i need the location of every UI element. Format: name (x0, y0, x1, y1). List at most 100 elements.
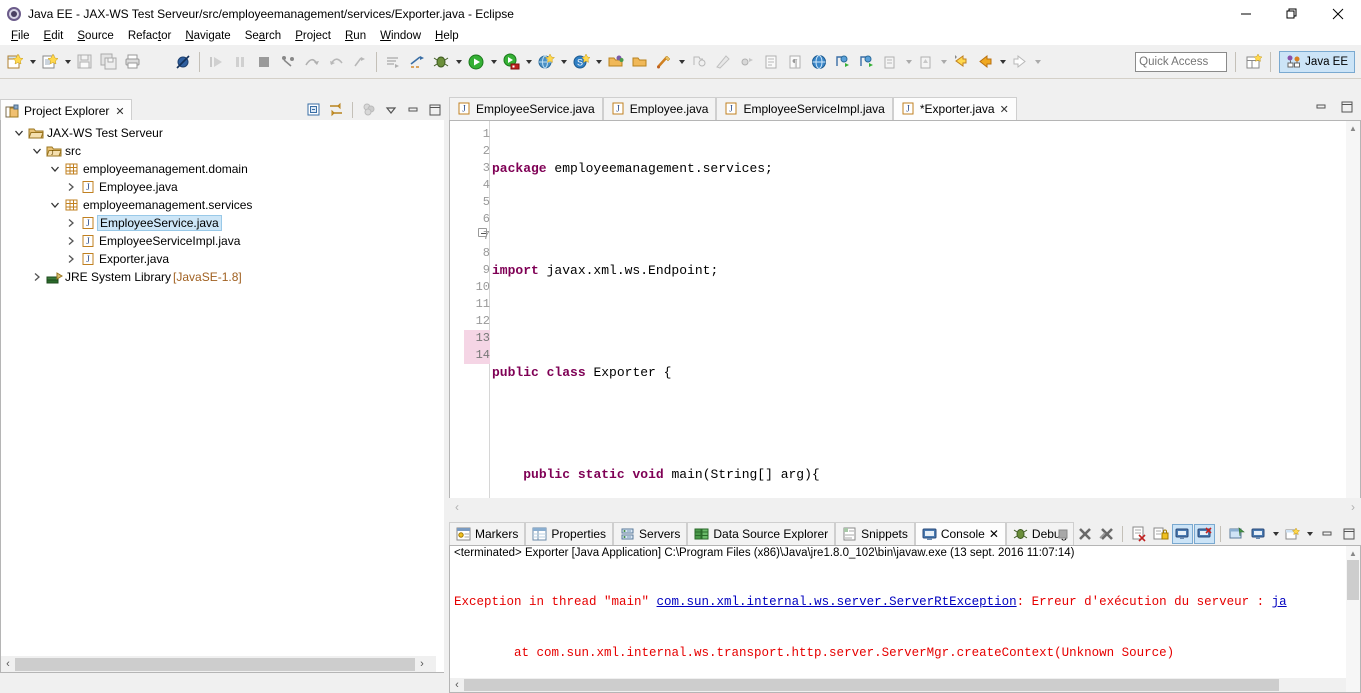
tree-item-employee-java[interactable]: J Employee.java (1, 178, 446, 196)
scroll-right-arrow[interactable]: › (1351, 500, 1355, 514)
link-editor-dropdown-arrow[interactable] (903, 51, 914, 73)
new-server-icon[interactable]: S (570, 51, 592, 73)
debug-dropdown-arrow[interactable] (453, 51, 464, 73)
search-icon[interactable] (653, 51, 675, 73)
chevron-down-icon[interactable] (11, 125, 27, 141)
tab-servers[interactable]: Servers (613, 522, 688, 545)
editor-tab-employeeservice[interactable]: J EmployeeService.java (449, 97, 603, 120)
open-web-browser-icon[interactable] (808, 51, 830, 73)
scroll-left-arrow[interactable]: ‹ (455, 500, 459, 514)
console-link-truncated[interactable]: ja (1272, 595, 1287, 609)
perspective-java-ee[interactable]: Java EE (1279, 50, 1355, 73)
back-icon[interactable] (974, 51, 996, 73)
remove-all-terminated-icon[interactable] (1096, 524, 1117, 544)
tree-item-jre-system-library[interactable]: JRE System Library [JavaSE-1.8] (1, 268, 446, 286)
explorer-horizontal-scrollbar[interactable]: ‹ › (1, 656, 436, 672)
chevron-down-icon[interactable] (47, 161, 63, 177)
new-editor-icon[interactable] (39, 51, 61, 73)
menu-run[interactable]: Run (338, 28, 373, 45)
chevron-right-icon[interactable] (63, 179, 79, 195)
close-icon[interactable]: ✕ (989, 527, 999, 541)
minimize-icon[interactable] (1316, 524, 1337, 544)
menu-edit[interactable]: Edit (37, 28, 71, 45)
maximize-icon[interactable] (425, 100, 445, 120)
editor-tab-employeeserviceimpl[interactable]: J EmployeeServiceImpl.java (716, 97, 893, 120)
editor-tab-exporter[interactable]: J *Exporter.java ✕ (892, 97, 1017, 120)
scroll-up-arrow[interactable]: ▲ (1346, 546, 1360, 560)
open-console-icon[interactable] (1282, 524, 1303, 544)
open-console-dropdown-arrow[interactable] (1304, 523, 1315, 545)
display-console-dropdown-arrow[interactable] (1270, 523, 1281, 545)
pin-console-icon[interactable] (1226, 524, 1247, 544)
deploy-icon[interactable] (856, 51, 878, 73)
scroll-left-arrow[interactable]: ‹ (1, 658, 15, 670)
scroll-up-arrow[interactable]: ▲ (1346, 121, 1360, 135)
restore-dropdown-arrow[interactable] (938, 51, 949, 73)
close-button[interactable] (1315, 0, 1361, 28)
console-vertical-scrollbar[interactable]: ▲ (1346, 546, 1360, 692)
skip-all-breakpoints-icon[interactable] (172, 51, 194, 73)
new-wizard-dropdown-arrow[interactable] (27, 51, 38, 73)
minimize-icon[interactable] (403, 100, 423, 120)
chevron-right-icon[interactable] (63, 251, 79, 267)
tree-item-employeeservice-java[interactable]: J EmployeeService.java (1, 214, 446, 232)
menu-navigate[interactable]: Navigate (178, 28, 237, 45)
remove-launch-icon[interactable] (1074, 524, 1095, 544)
minimize-icon[interactable] (1311, 97, 1331, 117)
menu-source[interactable]: Source (70, 28, 120, 45)
console-exception-link[interactable]: com.sun.xml.internal.ws.server.ServerRtE… (657, 595, 1017, 609)
display-selected-console-icon[interactable] (1248, 524, 1269, 544)
tab-snippets[interactable]: Snippets (835, 522, 915, 545)
clear-console-icon[interactable] (1128, 524, 1149, 544)
menu-window[interactable]: Window (373, 28, 428, 45)
editor-code-area[interactable]: package employeemanagement.services; imp… (492, 121, 1346, 515)
open-type-icon[interactable] (605, 51, 627, 73)
new-editor-dropdown-arrow[interactable] (62, 51, 73, 73)
tab-data-source-explorer[interactable]: Data Source Explorer (687, 522, 836, 545)
tree-item-exporter-java[interactable]: J Exporter.java (1, 250, 446, 268)
console-panel[interactable]: <terminated> Exporter [Java Application]… (449, 545, 1361, 693)
tree-item-employeeserviceimpl-java[interactable]: J EmployeeServiceImpl.java (1, 232, 446, 250)
tab-markers[interactable]: Markers (449, 522, 526, 545)
chevron-down-icon[interactable] (29, 143, 45, 159)
tree-item-package-services[interactable]: employeemanagement.services (1, 196, 446, 214)
collapse-all-icon[interactable] (304, 100, 324, 120)
web-service-dropdown-arrow[interactable] (558, 51, 569, 73)
chevron-right-icon[interactable] (29, 269, 45, 285)
run-dropdown-arrow[interactable] (488, 51, 499, 73)
link-with-editor-icon[interactable] (326, 100, 346, 120)
run-as-dropdown-arrow[interactable] (523, 51, 534, 73)
show-console-on-output-icon[interactable] (1172, 524, 1193, 544)
maximize-icon[interactable] (1338, 524, 1359, 544)
menu-help[interactable]: Help (428, 28, 466, 45)
editor-tab-employee[interactable]: J Employee.java (602, 97, 717, 120)
forward-dropdown-arrow[interactable] (1032, 51, 1043, 73)
external-tools-icon[interactable] (406, 51, 428, 73)
new-web-service-icon[interactable] (535, 51, 557, 73)
new-wizard-icon[interactable] (4, 51, 26, 73)
chevron-right-icon[interactable] (63, 233, 79, 249)
scroll-left-arrow[interactable]: ‹ (450, 679, 464, 691)
menu-search[interactable]: Search (238, 28, 288, 45)
quick-access-input[interactable] (1135, 51, 1228, 72)
tab-properties[interactable]: Properties (525, 522, 614, 545)
debug-icon[interactable] (430, 51, 452, 73)
search-dropdown-arrow[interactable] (676, 51, 687, 73)
show-console-on-error-icon[interactable] (1194, 524, 1215, 544)
open-resource-icon[interactable] (629, 51, 651, 73)
chevron-right-icon[interactable] (63, 215, 79, 231)
scroll-lock-icon[interactable] (1150, 524, 1171, 544)
run-as-server-icon[interactable] (500, 51, 522, 73)
minimize-button[interactable] (1223, 0, 1269, 28)
console-output[interactable]: Exception in thread "main" com.sun.xml.i… (450, 560, 1360, 692)
editor-vertical-scrollbar[interactable]: ▲ ▼ (1346, 121, 1360, 515)
scroll-right-arrow[interactable]: › (415, 658, 429, 670)
menu-project[interactable]: Project (288, 28, 338, 45)
editor-horizontal-scrollbar[interactable]: ‹ › (449, 498, 1361, 516)
back-dropdown-arrow[interactable] (997, 51, 1008, 73)
code-editor[interactable]: 1 2 3 4 5 6 7 8 9 10 11 12 13 14 package… (449, 120, 1361, 516)
tree-item-package-domain[interactable]: employeemanagement.domain (1, 160, 446, 178)
tree-item-project[interactable]: JAX-WS Test Serveur (1, 124, 446, 142)
maximize-button[interactable] (1269, 0, 1315, 28)
view-filter-icon[interactable] (359, 100, 379, 120)
